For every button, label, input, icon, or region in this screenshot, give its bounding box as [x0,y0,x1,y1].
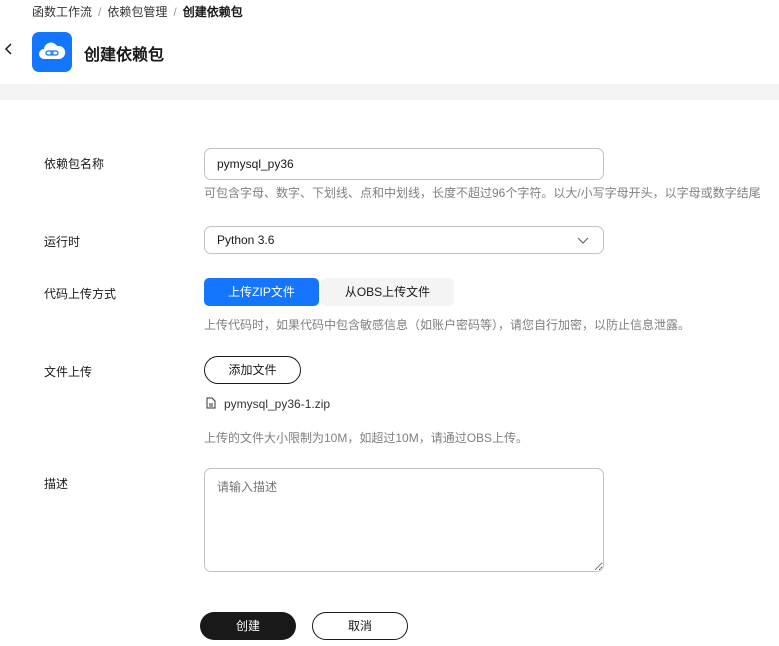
cloud-link-icon [32,32,72,72]
file-size-hint: 上传的文件大小限制为10M，如超过10M，请通过OBS上传。 [204,431,529,445]
breadcrumb-functiongraph[interactable]: 函数工作流 [32,5,92,19]
runtime-value: Python 3.6 [217,233,275,247]
runtime-label: 运行时 [44,235,81,249]
upload-method-label: 代码上传方式 [44,287,117,301]
name-hint: 可包含字母、数字、下划线、点和中划线，长度不超过96个字符。以大/小写字母开头，… [204,186,761,200]
header-divider [0,84,779,100]
breadcrumb-dependency-management[interactable]: 依赖包管理 [107,5,167,19]
chevron-down-icon [577,237,589,244]
back-arrow-icon[interactable] [4,42,14,56]
file-icon [206,397,216,409]
file-upload-label: 文件上传 [44,365,93,379]
breadcrumb-current: 创建依赖包 [182,5,243,19]
create-button[interactable]: 创建 [200,612,296,640]
name-label: 依赖包名称 [44,157,105,171]
runtime-select[interactable]: Python 3.6 [204,226,604,254]
page-title: 创建依赖包 [84,47,165,64]
breadcrumb: 函数工作流 / 依赖包管理 / 创建依赖包 [32,5,243,19]
tab-upload-zip[interactable]: 上传ZIP文件 [204,278,319,306]
description-label: 描述 [44,477,69,491]
tab-upload-from-obs[interactable]: 从OBS上传文件 [321,278,454,306]
upload-hint: 上传代码时，如果代码中包含敏感信息（如账户密码等），请您自行加密，以防止信息泄露… [204,318,691,332]
uploaded-file-name: pymysql_py36-1.zip [224,397,331,411]
add-file-button[interactable]: 添加文件 [204,356,301,384]
cancel-button[interactable]: 取消 [312,612,408,640]
package-name-input[interactable]: pymysql_py36 [204,148,604,180]
description-textarea[interactable] [204,468,604,572]
